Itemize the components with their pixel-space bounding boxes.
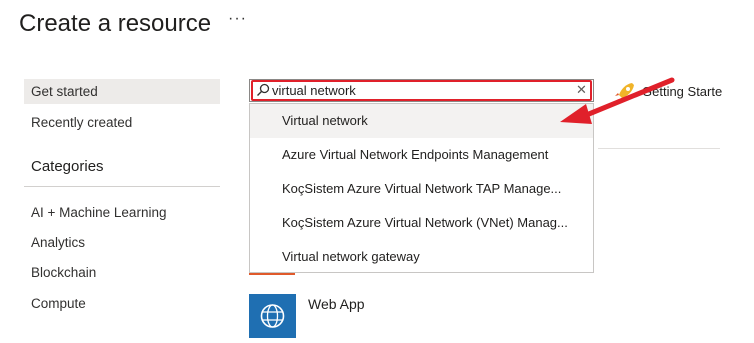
page-title: Create a resource [19,10,212,37]
category-ai-machine-learning[interactable]: AI + Machine Learning [24,200,220,225]
category-analytics[interactable]: Analytics [24,230,220,255]
suggestion-kocsistem-vnet-tap[interactable]: KoçSistem Azure Virtual Network TAP Mana… [250,172,593,206]
category-blockchain[interactable]: Blockchain [24,260,220,285]
search-icon [257,83,270,96]
content-divider [598,148,720,149]
category-compute[interactable]: Compute [24,291,220,316]
suggestion-kocsistem-vnet-manag[interactable]: KoçSistem Azure Virtual Network (VNet) M… [250,206,593,240]
sidebar-item-recently-created[interactable]: Recently created [24,110,220,135]
search-input[interactable] [272,81,572,100]
sidebar-item-get-started[interactable]: Get started [24,79,220,104]
sidebar-divider [24,186,220,187]
web-app-icon[interactable] [249,294,296,338]
search-suggestions-dropdown: Virtual network Azure Virtual Network En… [249,103,594,273]
suggestion-virtual-network[interactable]: Virtual network [250,104,593,138]
more-options-button[interactable]: ··· [228,10,247,28]
categories-heading: Categories [31,158,104,175]
annotation-arrow-icon [560,77,675,124]
suggestion-virtual-network-gateway[interactable]: Virtual network gateway [250,240,593,274]
suggestion-vnet-endpoints-management[interactable]: Azure Virtual Network Endpoints Manageme… [250,138,593,172]
web-app-label[interactable]: Web App [308,296,365,312]
